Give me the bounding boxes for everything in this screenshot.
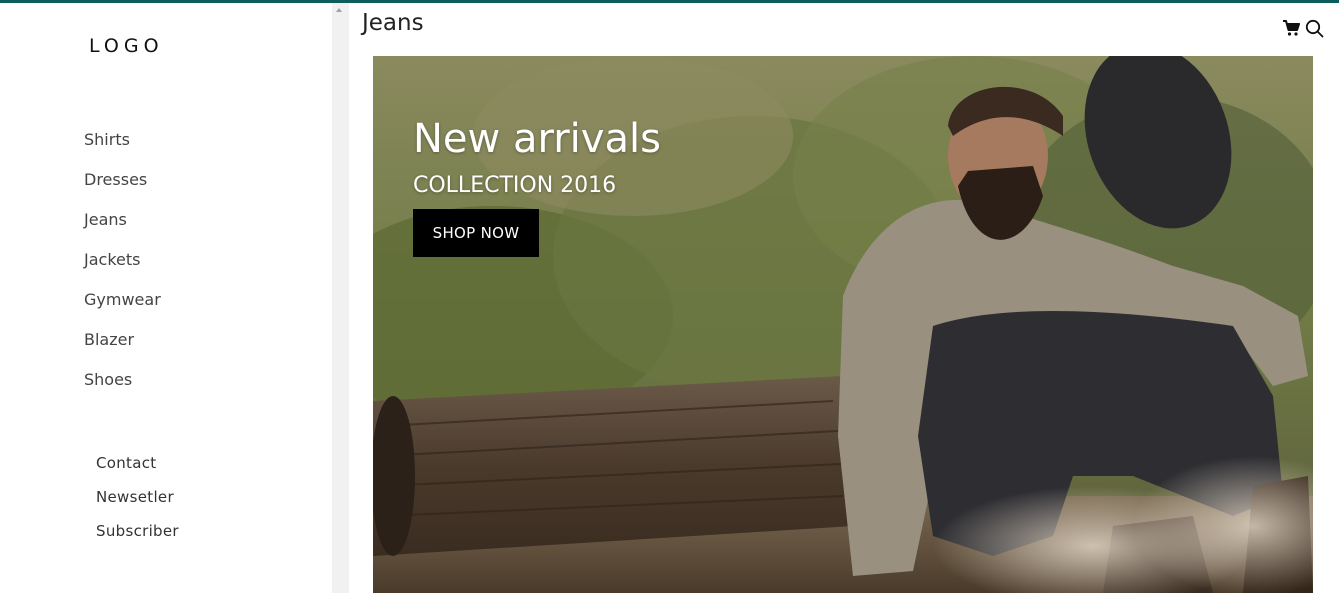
cart-icon[interactable] bbox=[1282, 19, 1300, 37]
sidebar-item-shirts[interactable]: Shirts bbox=[84, 129, 161, 169]
footer-link-contact[interactable]: Contact bbox=[96, 453, 179, 487]
page-title: Jeans bbox=[362, 10, 424, 36]
sidebar-item-jeans[interactable]: Jeans bbox=[84, 209, 161, 249]
hero-subtitle: COLLECTION 2016 bbox=[413, 173, 617, 198]
search-icon[interactable] bbox=[1305, 19, 1324, 38]
sidebar-item-gymwear[interactable]: Gymwear bbox=[84, 289, 161, 329]
footer-link-newsletter[interactable]: Newsetler bbox=[96, 487, 179, 521]
logo[interactable]: LOGO bbox=[89, 35, 164, 57]
sidebar-item-shoes[interactable]: Shoes bbox=[84, 369, 161, 409]
category-nav: Shirts Dresses Jeans Jackets Gymwear Bla… bbox=[84, 129, 161, 409]
hero-title: New arrivals bbox=[413, 116, 661, 162]
shop-now-button[interactable]: SHOP NOW bbox=[413, 209, 539, 257]
footer-nav: Contact Newsetler Subscriber bbox=[96, 453, 179, 555]
hero-banner: New arrivals COLLECTION 2016 SHOP NOW bbox=[373, 56, 1313, 593]
sidebar: LOGO Shirts Dresses Jeans Jackets Gymwea… bbox=[0, 3, 332, 593]
sidebar-item-blazer[interactable]: Blazer bbox=[84, 329, 161, 369]
footer-link-subscriber[interactable]: Subscriber bbox=[96, 521, 179, 555]
sidebar-item-jackets[interactable]: Jackets bbox=[84, 249, 161, 289]
sidebar-item-dresses[interactable]: Dresses bbox=[84, 169, 161, 209]
sidebar-scrollbar[interactable] bbox=[332, 3, 349, 593]
scroll-up-arrow-icon[interactable] bbox=[336, 8, 342, 12]
